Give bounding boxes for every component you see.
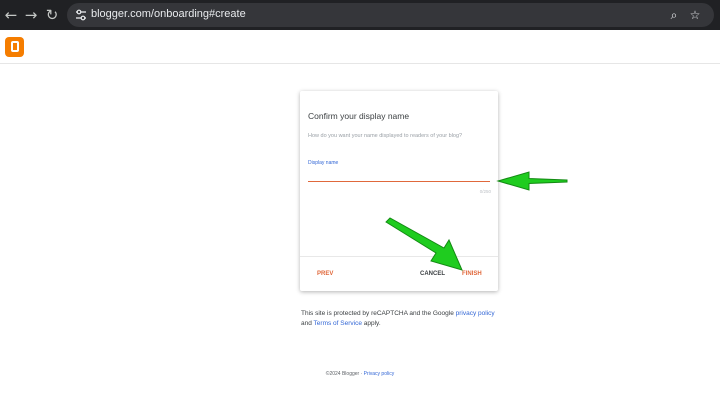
back-icon[interactable]: ← [2, 6, 20, 24]
page-footer: ©2024 Blogger · Privacy policy [0, 371, 720, 377]
dialog-divider [300, 256, 498, 257]
display-name-input[interactable] [308, 168, 490, 182]
zoom-icon[interactable]: ⌕ [665, 6, 683, 24]
forward-icon[interactable]: → [22, 6, 40, 24]
finish-button[interactable]: FINISH [462, 271, 482, 277]
address-bar[interactable]: blogger.com/onboarding#create ⌕ ☆ [67, 3, 714, 27]
dialog-subtitle: How do you want your name displayed to r… [308, 133, 463, 139]
url-text[interactable]: blogger.com/onboarding#create [91, 8, 246, 20]
footer-privacy-link[interactable]: Privacy policy [364, 371, 395, 377]
blogger-logo-icon[interactable] [5, 37, 24, 57]
character-counter: 0/250 [479, 189, 491, 194]
dialog-title: Confirm your display name [308, 111, 410, 121]
recaptcha-apply-text: apply. [361, 319, 381, 327]
cancel-button[interactable]: CANCEL [420, 271, 445, 277]
terms-of-service-link[interactable]: Terms of Service [314, 320, 362, 327]
prev-button[interactable]: PREV [317, 271, 333, 277]
recaptcha-text: This site is protected by reCAPTCHA and … [301, 310, 456, 317]
copyright-text: ©2024 Blogger · [325, 371, 364, 377]
site-settings-icon[interactable] [73, 7, 89, 23]
arrow-to-display-name-field [496, 171, 568, 191]
browser-toolbar: ← → ↻ blogger.com/onboarding#create ⌕ ☆ [0, 0, 720, 30]
recaptcha-notice: This site is protected by reCAPTCHA and … [301, 309, 501, 328]
recaptcha-and-text: and [301, 319, 314, 327]
blogger-header [0, 30, 720, 64]
reload-icon[interactable]: ↻ [43, 6, 61, 24]
bookmark-star-icon[interactable]: ☆ [686, 6, 704, 24]
privacy-policy-link[interactable]: privacy policy [456, 310, 495, 317]
display-name-dialog: Confirm your display name How do you wan… [300, 91, 498, 291]
display-name-label: Display name [308, 160, 339, 166]
